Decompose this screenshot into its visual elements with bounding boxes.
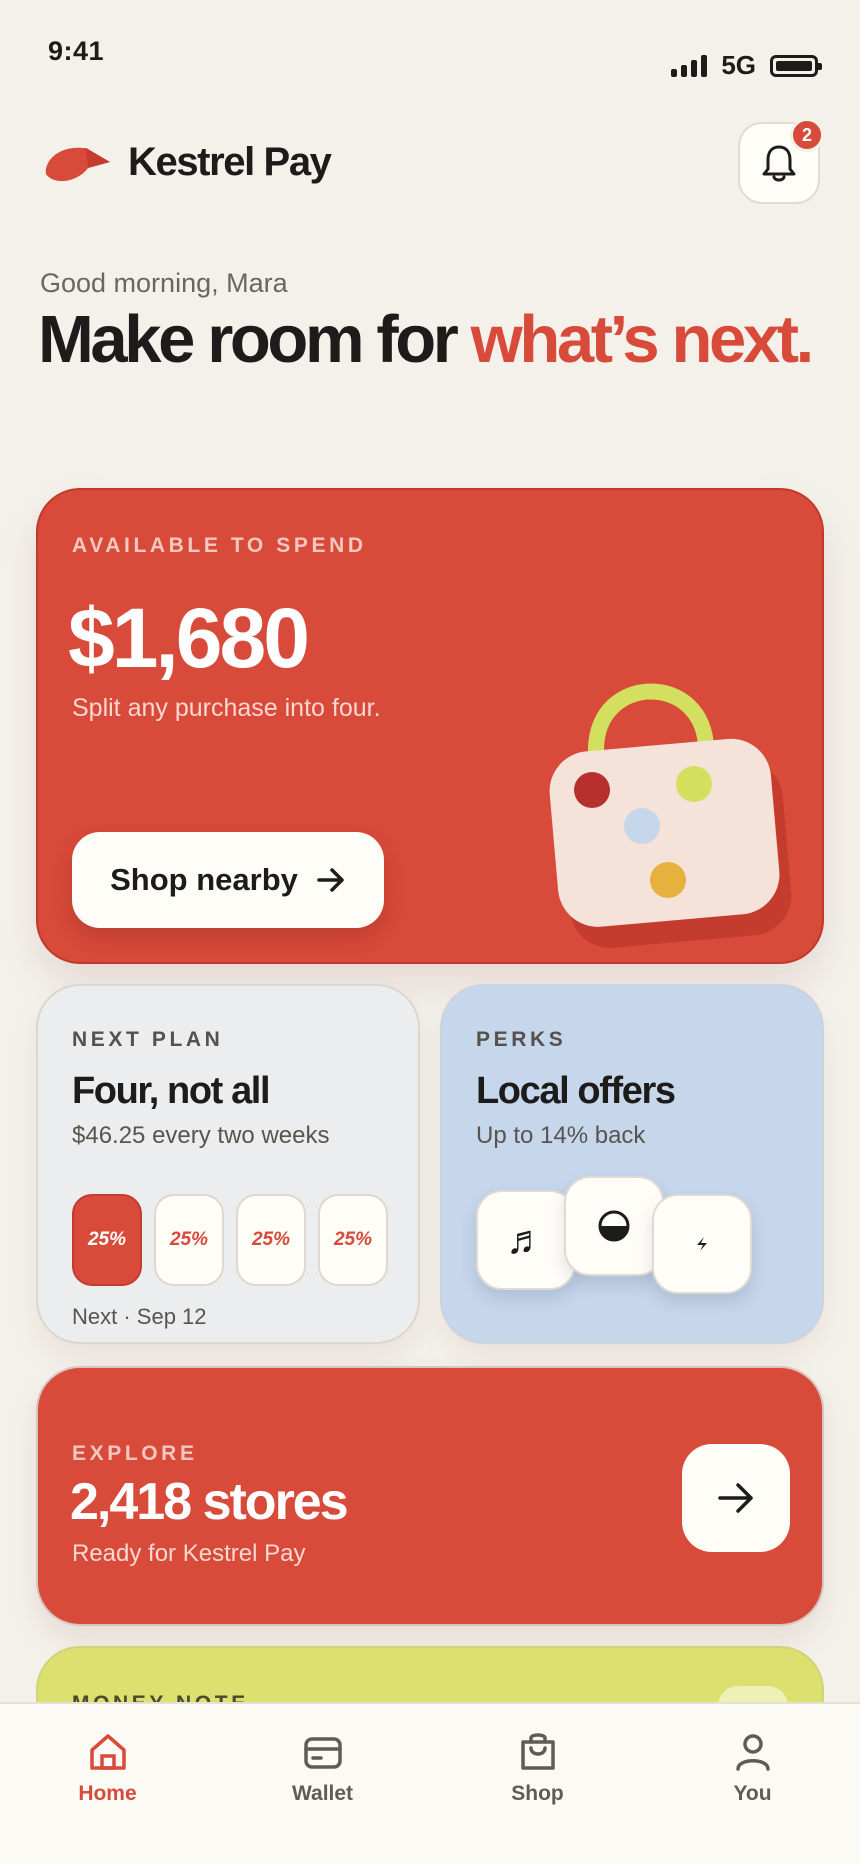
network-label: 5G [721,50,756,80]
status-indicators: 5G [671,50,822,81]
next-payment-date: Next · Sep 12 [72,1304,207,1329]
next-plan-card[interactable]: NEXT PLAN Four, not all $46.25 every two… [36,984,420,1344]
headline-accent: what’s next. [470,302,815,377]
music-icon[interactable]: ♬ [476,1190,576,1290]
arrow-right-icon [317,868,344,892]
installment-chip-2: 25% [154,1194,224,1286]
tab-home-label: Home [78,1782,137,1805]
brand-name: Kestrel Pay [128,140,332,184]
arrow-right-icon [718,1483,753,1513]
status-time: 9:41 [48,36,105,66]
bottom-tab-bar: Home Wallet Shop You [0,1702,860,1864]
installment-chip-1: 25% [72,1194,142,1286]
available-amount: $1,680 [68,591,310,685]
person-icon [735,1734,770,1771]
tab-shop[interactable]: Shop [430,1704,645,1864]
headline-main: Make room for [38,302,471,377]
bolt-icon[interactable] [652,1194,752,1294]
half-circle-icon[interactable] [564,1176,664,1276]
installment-chip-3: 25% [236,1194,306,1286]
shop-nearby-button[interactable]: Shop nearby [72,832,384,928]
greeting: Good morning, Mara [40,268,288,298]
explore-subtitle: Ready for Kestrel Pay [72,1540,306,1567]
installment-chip-4: 25% [318,1194,388,1286]
plan-eyebrow: NEXT PLAN [72,1028,224,1051]
notification-badge: 2 [790,118,824,152]
hero-subtitle: Split any purchase into four. [72,694,381,722]
home-icon [89,1734,126,1770]
tab-home[interactable]: Home [0,1704,215,1864]
perks-card[interactable]: PERKS Local offers Up to 14% back ♬ [440,984,824,1344]
explore-stores-card[interactable]: EXPLORE 2,418 stores Ready for Kestrel P… [36,1366,824,1626]
notifications-button[interactable]: 2 [738,118,824,204]
store-count: 2,418 stores [70,1473,349,1531]
tab-shop-label: Shop [511,1782,564,1805]
perks-subtitle: Up to 14% back [476,1122,646,1149]
available-to-spend-card: AVAILABLE TO SPEND $1,680 Split any purc… [36,488,824,964]
app-header: Kestrel Pay 2 [40,118,824,208]
status-bar: 9:41 5G [0,0,860,110]
battery-icon [770,54,822,77]
tab-you-label: You [733,1782,772,1805]
installment-chips: 25% 25% 25% 25% [72,1194,388,1286]
shopping-bag-illustration [549,683,792,948]
signal-icon [671,54,708,77]
hero-eyebrow: AVAILABLE TO SPEND [72,534,367,557]
tab-wallet[interactable]: Wallet [215,1704,430,1864]
shop-nearby-label: Shop nearby [110,862,298,897]
explore-eyebrow: EXPLORE [72,1442,198,1465]
bolt-glyph [697,1237,707,1251]
plan-subtitle: $46.25 every two weeks [72,1122,330,1149]
shopping-bag-icon [520,1733,555,1770]
perks-title: Local offers [476,1070,676,1112]
tab-wallet-label: Wallet [291,1782,354,1805]
page-headline: Make room for what’s next. [38,306,818,374]
kestrel-logo-icon [45,147,110,182]
tab-you[interactable]: You [645,1704,860,1864]
perks-eyebrow: PERKS [476,1028,567,1051]
explore-arrow-button[interactable] [682,1444,790,1552]
half-circle-glyph [598,1210,630,1242]
wallet-icon [303,1737,342,1769]
bell-icon [762,145,796,182]
plan-title: Four, not all [72,1070,271,1112]
